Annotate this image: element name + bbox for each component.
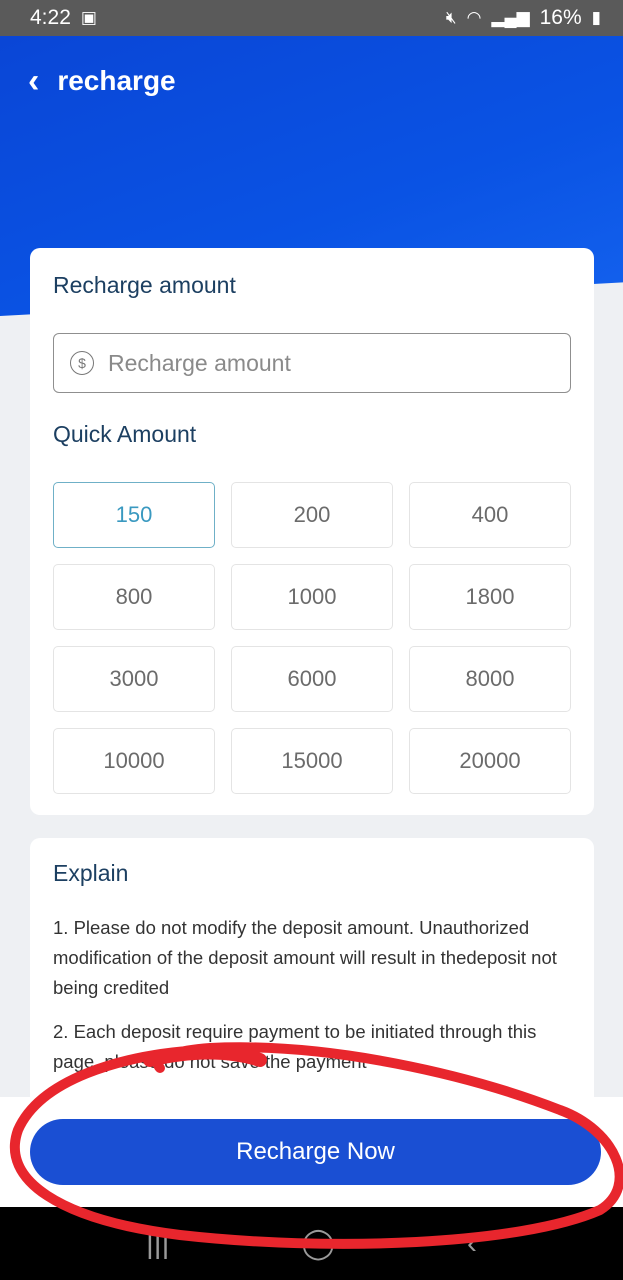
quick-amount-button[interactable]: 1800 bbox=[409, 564, 571, 630]
quick-amount-button[interactable]: 15000 bbox=[231, 728, 393, 794]
status-time: 4:22 bbox=[30, 6, 71, 29]
explain-title: Explain bbox=[53, 860, 129, 886]
dollar-circle-icon: $ bbox=[70, 351, 94, 375]
recharge-amount-field[interactable]: $ bbox=[53, 333, 571, 393]
explain-item: 2. Each deposit require payment to be in… bbox=[53, 1021, 537, 1072]
recharge-amount-input[interactable] bbox=[108, 349, 538, 377]
mute-icon: 🔇︎ bbox=[445, 8, 457, 27]
page-title: recharge bbox=[57, 65, 176, 96]
recent-apps-icon[interactable]: ||| bbox=[146, 1227, 169, 1261]
explain-item: 1. Please do not modify the deposit amou… bbox=[53, 917, 557, 998]
quick-amount-button[interactable]: 20000 bbox=[409, 728, 571, 794]
battery-level: 16% bbox=[539, 6, 582, 29]
explain-card: Explain 1. Please do not modify the depo… bbox=[30, 838, 594, 1138]
bottom-action-bar: Recharge Now bbox=[0, 1097, 623, 1207]
recharge-amount-title: Recharge amount bbox=[53, 272, 236, 298]
wifi-icon: ◠ bbox=[466, 8, 482, 27]
quick-amount-button[interactable]: 200 bbox=[231, 482, 393, 548]
page-header: ‹ recharge bbox=[0, 36, 623, 126]
quick-amount-button[interactable]: 8000 bbox=[409, 646, 571, 712]
status-bar: 4:22 ▣ 🔇︎ ◠ ▂▄▆ 16% ▮ bbox=[0, 0, 623, 36]
quick-amount-button[interactable]: 1000 bbox=[231, 564, 393, 630]
recharge-now-button[interactable]: Recharge Now bbox=[30, 1119, 601, 1185]
home-icon[interactable]: ◯ bbox=[301, 1226, 335, 1261]
quick-amount-button[interactable]: 10000 bbox=[53, 728, 215, 794]
quick-amount-title: Quick Amount bbox=[53, 421, 197, 447]
quick-amount-button[interactable]: 6000 bbox=[231, 646, 393, 712]
quick-amount-button[interactable]: 400 bbox=[409, 482, 571, 548]
chevron-left-icon[interactable]: ‹ bbox=[28, 64, 39, 98]
quick-amount-button[interactable]: 3000 bbox=[53, 646, 215, 712]
recharge-card: Recharge amount $ Quick Amount 150 200 4… bbox=[30, 248, 594, 815]
image-icon: ▣ bbox=[80, 8, 97, 27]
system-nav-bar: ||| ◯ ‹ bbox=[0, 1207, 623, 1280]
quick-amount-button[interactable]: 150 bbox=[53, 482, 215, 548]
back-icon[interactable]: ‹ bbox=[467, 1227, 477, 1261]
battery-icon: ▮ bbox=[591, 8, 601, 27]
quick-amount-grid: 150 200 400 800 1000 1800 3000 6000 8000… bbox=[53, 482, 571, 794]
signal-icon: ▂▄▆ bbox=[491, 8, 530, 27]
quick-amount-button[interactable]: 800 bbox=[53, 564, 215, 630]
